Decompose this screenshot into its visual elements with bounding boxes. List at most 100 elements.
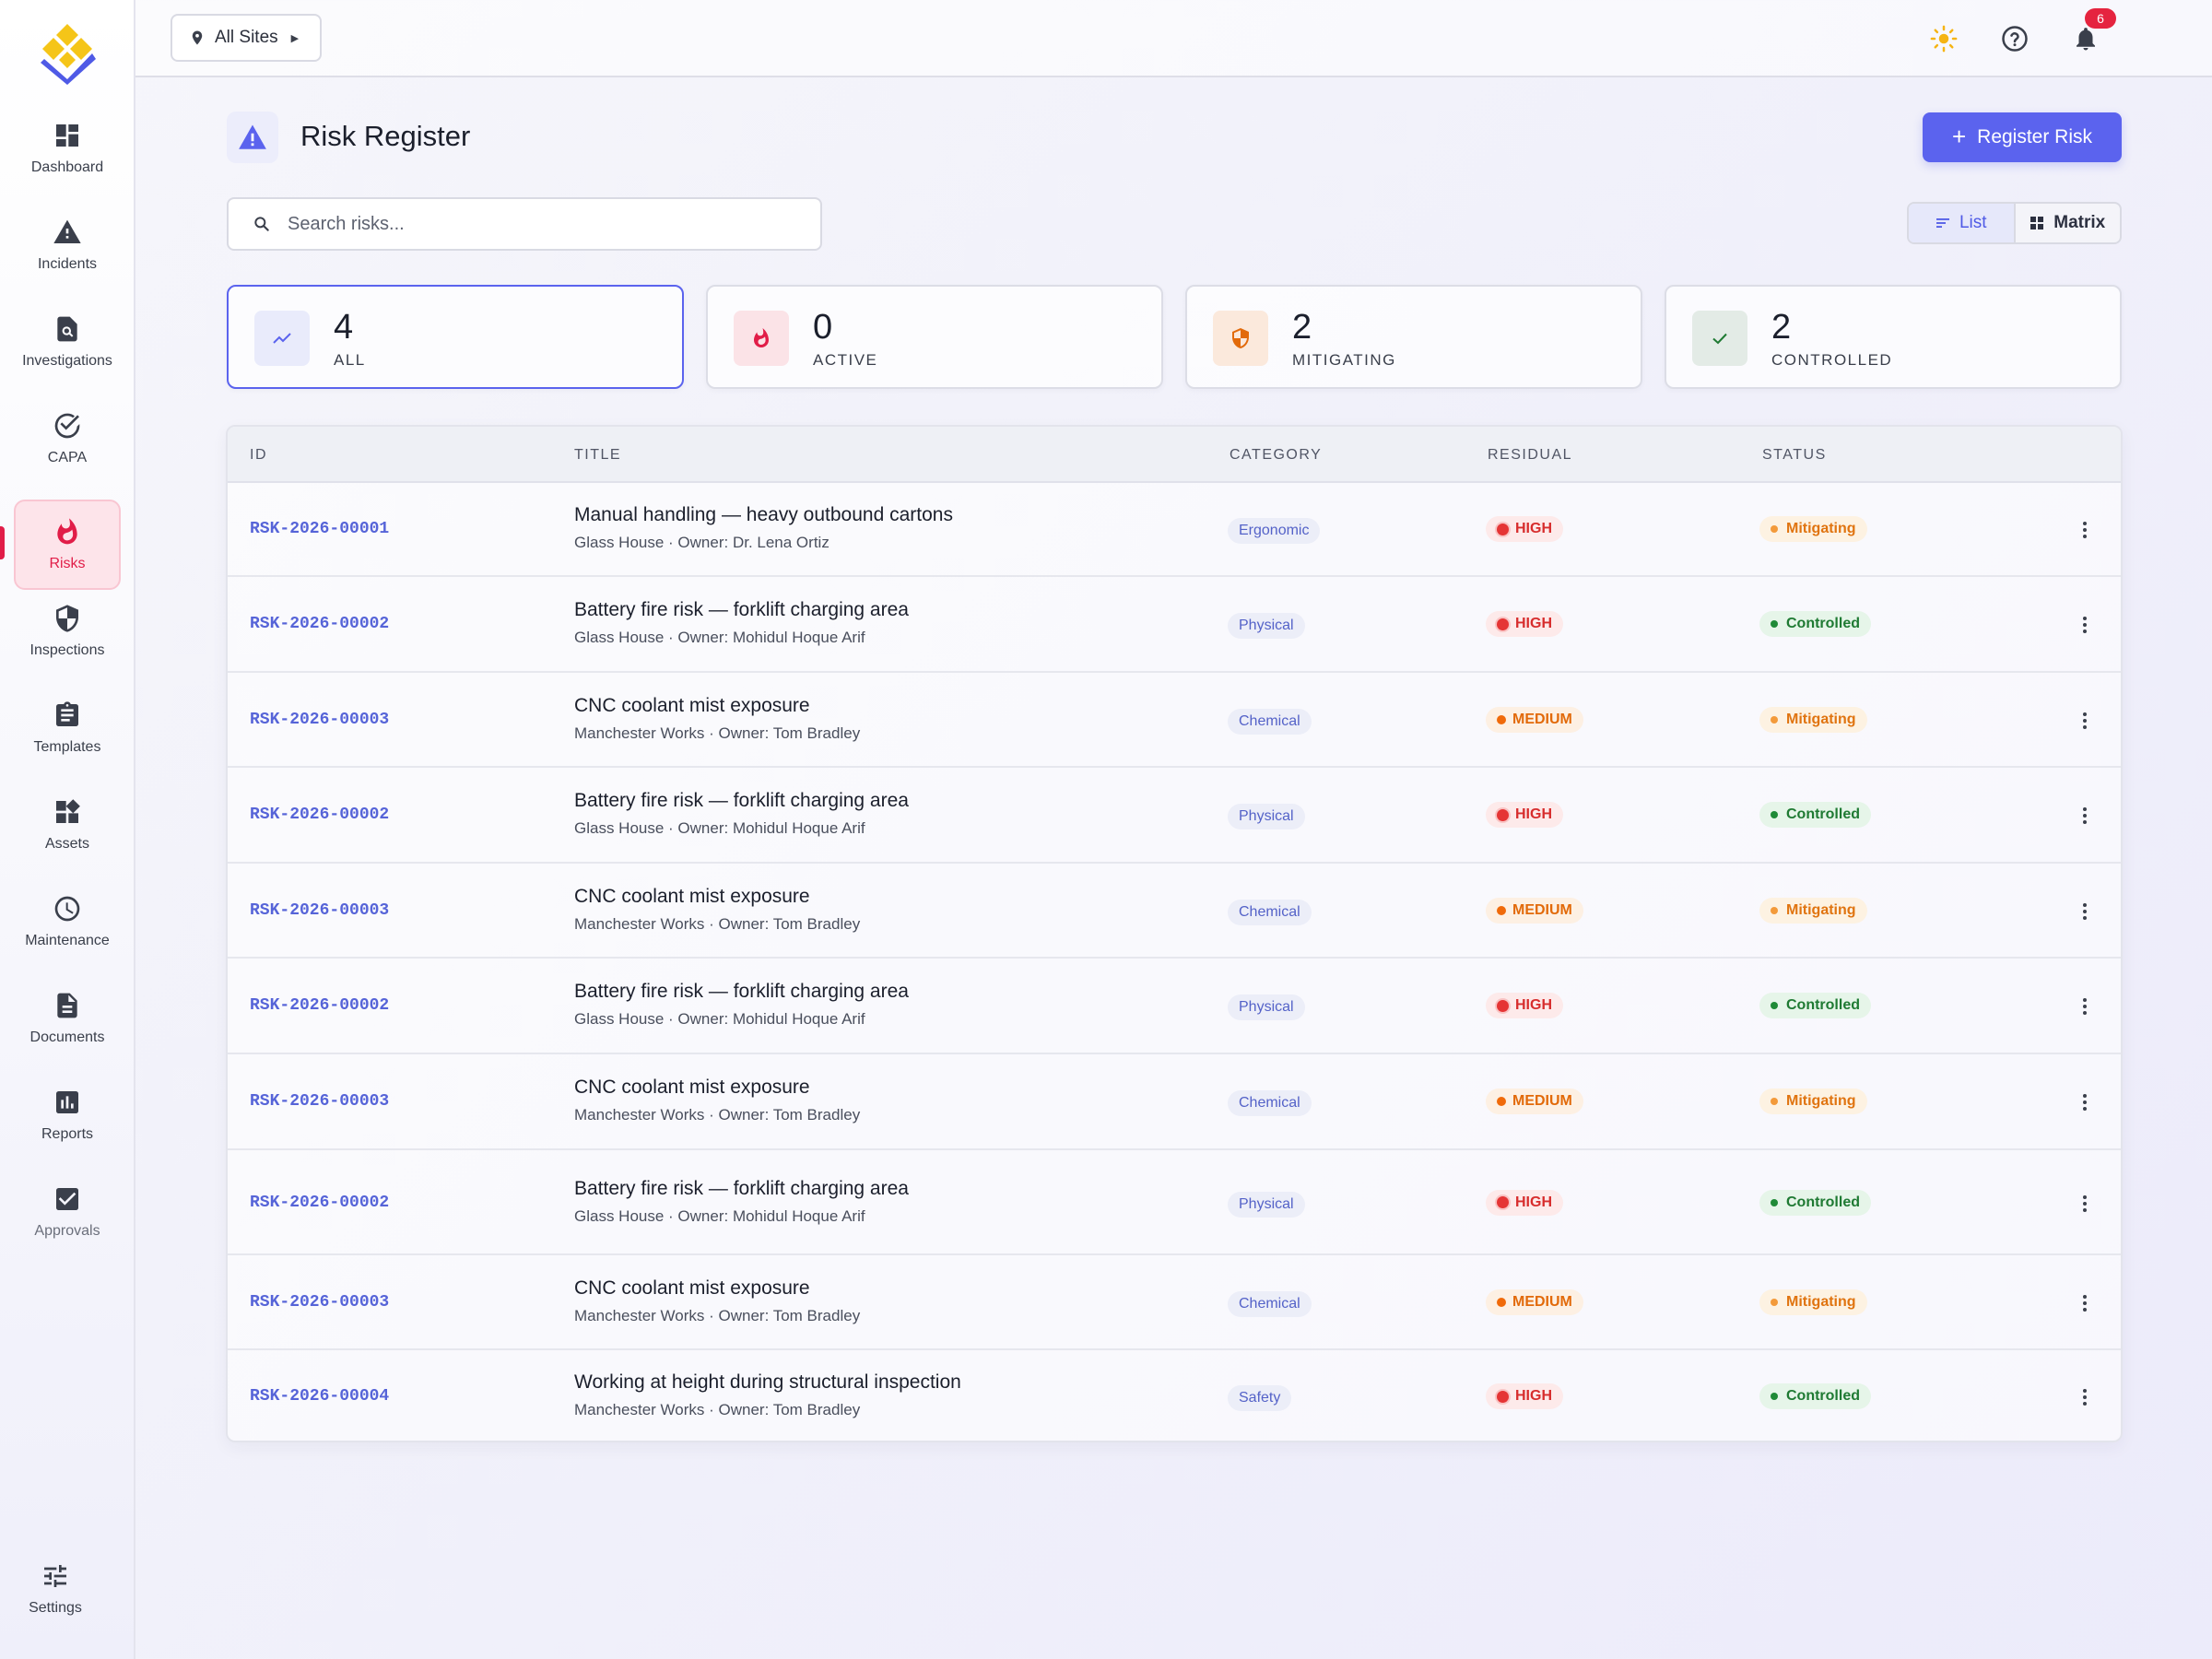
table-row[interactable]: RSK-2026-00003 CNC coolant mist exposure M… — [228, 864, 2121, 959]
risk-title: CNC coolant mist exposure — [574, 1077, 810, 1098]
residual-badge: HIGH — [1486, 802, 1563, 828]
table-row[interactable]: RSK-2026-00002 Battery fire risk — forkli… — [228, 768, 2121, 864]
row-actions-menu-icon[interactable] — [2076, 611, 2094, 639]
risk-id-link[interactable]: RSK-2026-00002 — [250, 615, 389, 633]
row-actions-menu-icon[interactable] — [2076, 1383, 2094, 1411]
matrix-view-button[interactable]: Matrix — [2016, 204, 2121, 242]
risk-id-link[interactable]: RSK-2026-00003 — [250, 711, 389, 729]
residual-dot-icon — [1497, 618, 1509, 630]
row-actions-menu-icon[interactable] — [2076, 898, 2094, 925]
sidebar-item-label: Investigations — [22, 353, 112, 369]
risk-id-link[interactable]: RSK-2026-00002 — [250, 806, 389, 824]
sidebar-item-incidents[interactable]: Incidents — [14, 200, 121, 290]
sidebar-item-inspections[interactable]: Inspections — [14, 586, 121, 677]
list-icon — [1936, 218, 1949, 228]
residual-label: HIGH — [1515, 997, 1552, 1013]
table-row[interactable]: RSK-2026-00002 Battery fire risk — forkli… — [228, 1151, 2121, 1255]
stat-value: 2 — [1292, 308, 1312, 347]
sidebar-item-label: Dashboard — [30, 159, 104, 175]
stat-label: ALL — [334, 351, 366, 369]
risk-title: Battery fire risk — forklift charging ar… — [574, 1177, 909, 1199]
residual-badge: MEDIUM — [1486, 1288, 1583, 1315]
status-badge: Mitigating — [1759, 516, 1867, 542]
sidebar-item-templates[interactable]: Templates — [14, 683, 121, 773]
risk-subtitle: Glass House · Owner: Dr. Lena Ortiz — [574, 534, 830, 551]
status-badge: Mitigating — [1759, 706, 1867, 733]
risk-id-link[interactable]: RSK-2026-00002 — [250, 1194, 389, 1212]
app-logo[interactable] — [35, 22, 100, 87]
sidebar-item-risks[interactable]: Risks — [14, 500, 121, 590]
sidebar-item-label: Reports — [41, 1126, 94, 1142]
risk-id-link[interactable]: RSK-2026-00002 — [250, 996, 389, 1015]
list-view-button[interactable]: List — [1909, 204, 2016, 242]
risk-id-link[interactable]: RSK-2026-00003 — [250, 1092, 389, 1111]
sidebar-item-dashboard[interactable]: Dashboard — [14, 103, 121, 194]
dashboard-icon — [53, 121, 82, 150]
table-row[interactable]: RSK-2026-00003 CNC coolant mist exposure M… — [228, 1054, 2121, 1150]
category-badge: Physical — [1228, 994, 1305, 1020]
column-header-category[interactable]: CATEGORY — [1230, 447, 1322, 464]
risk-id-link[interactable]: RSK-2026-00004 — [250, 1387, 389, 1406]
risk-id-link[interactable]: RSK-2026-00003 — [250, 1293, 389, 1312]
column-header-title[interactable]: TITLE — [574, 447, 621, 464]
status-dot-icon — [1771, 525, 1778, 533]
table-row[interactable]: RSK-2026-00001 Manual handling — heavy ou… — [228, 483, 2121, 577]
status-badge: Controlled — [1759, 611, 1871, 637]
sidebar-item-documents[interactable]: Documents — [14, 973, 121, 1064]
bar-chart-icon — [53, 1088, 82, 1117]
sidebar-item-assets[interactable]: Assets — [14, 780, 121, 870]
sidebar-item-label: Inspections — [29, 642, 105, 658]
residual-label: HIGH — [1515, 1388, 1552, 1404]
stat-card-all[interactable]: 4 ALL — [227, 285, 684, 389]
column-header-status[interactable]: STATUS — [1762, 447, 1827, 464]
sidebar-item-approvals[interactable]: Approvals — [14, 1167, 121, 1257]
row-actions-menu-icon[interactable] — [2076, 1190, 2094, 1218]
sidebar-item-investigations[interactable]: Investigations — [14, 297, 121, 387]
status-dot-icon — [1771, 1393, 1778, 1400]
row-actions-menu-icon[interactable] — [2076, 516, 2094, 544]
theme-toggle[interactable] — [1925, 20, 1962, 57]
risk-id-link[interactable]: RSK-2026-00003 — [250, 901, 389, 920]
sidebar-item-capa[interactable]: CAPA — [14, 394, 121, 484]
risk-title: Battery fire risk — forklift charging ar… — [574, 790, 909, 811]
site-selector[interactable]: All Sites ▶ — [171, 14, 322, 62]
row-actions-menu-icon[interactable] — [2076, 993, 2094, 1020]
stat-card-controlled[interactable]: 2 CONTROLLED — [1665, 285, 2122, 389]
stat-value: 0 — [813, 308, 833, 347]
column-header-id[interactable]: ID — [250, 447, 267, 464]
column-header-residual[interactable]: RESIDUAL — [1488, 447, 1572, 464]
help-icon — [2002, 26, 2028, 52]
search-field — [227, 197, 822, 251]
register-risk-button[interactable]: + Register Risk — [1923, 112, 2122, 162]
table-row[interactable]: RSK-2026-00002 Battery fire risk — forkli… — [228, 577, 2121, 673]
status-label: Mitigating — [1786, 1293, 1856, 1310]
table-row[interactable]: RSK-2026-00003 CNC coolant mist exposure M… — [228, 673, 2121, 768]
sidebar-item-reports[interactable]: Reports — [14, 1070, 121, 1160]
stat-label: CONTROLLED — [1771, 351, 1893, 369]
status-label: Mitigating — [1786, 901, 1856, 918]
risk-subtitle: Manchester Works · Owner: Tom Bradley — [574, 724, 861, 742]
row-actions-menu-icon[interactable] — [2076, 1088, 2094, 1116]
stat-card-mitigating[interactable]: 2 MITIGATING — [1185, 285, 1642, 389]
table-row[interactable]: RSK-2026-00002 Battery fire risk — forkli… — [228, 959, 2121, 1054]
sidebar-item-maintenance[interactable]: Maintenance — [14, 877, 121, 967]
category-badge: Physical — [1228, 804, 1305, 830]
table-row[interactable]: RSK-2026-00004 Working at height during s… — [228, 1350, 2121, 1441]
status-badge: Mitigating — [1759, 1088, 1867, 1114]
sidebar-item-label: Assets — [44, 836, 89, 852]
help-button[interactable] — [1996, 20, 2033, 57]
sidebar-item-settings[interactable]: Settings — [2, 1544, 109, 1634]
residual-label: MEDIUM — [1512, 901, 1572, 918]
risk-subtitle: Glass House · Owner: Mohidul Hoque Arif — [574, 819, 865, 837]
row-actions-menu-icon[interactable] — [2076, 802, 2094, 830]
residual-label: HIGH — [1515, 616, 1552, 631]
table-row[interactable]: RSK-2026-00003 CNC coolant mist exposure M… — [228, 1255, 2121, 1350]
risk-title: CNC coolant mist exposure — [574, 694, 810, 716]
search-input[interactable] — [288, 213, 804, 235]
risk-id-link[interactable]: RSK-2026-00001 — [250, 520, 389, 538]
row-actions-menu-icon[interactable] — [2076, 1289, 2094, 1317]
active-indicator — [0, 526, 5, 559]
stat-card-active[interactable]: 0 ACTIVE — [706, 285, 1163, 389]
row-actions-menu-icon[interactable] — [2076, 707, 2094, 735]
sidebar-item-label: Approvals — [34, 1223, 100, 1239]
